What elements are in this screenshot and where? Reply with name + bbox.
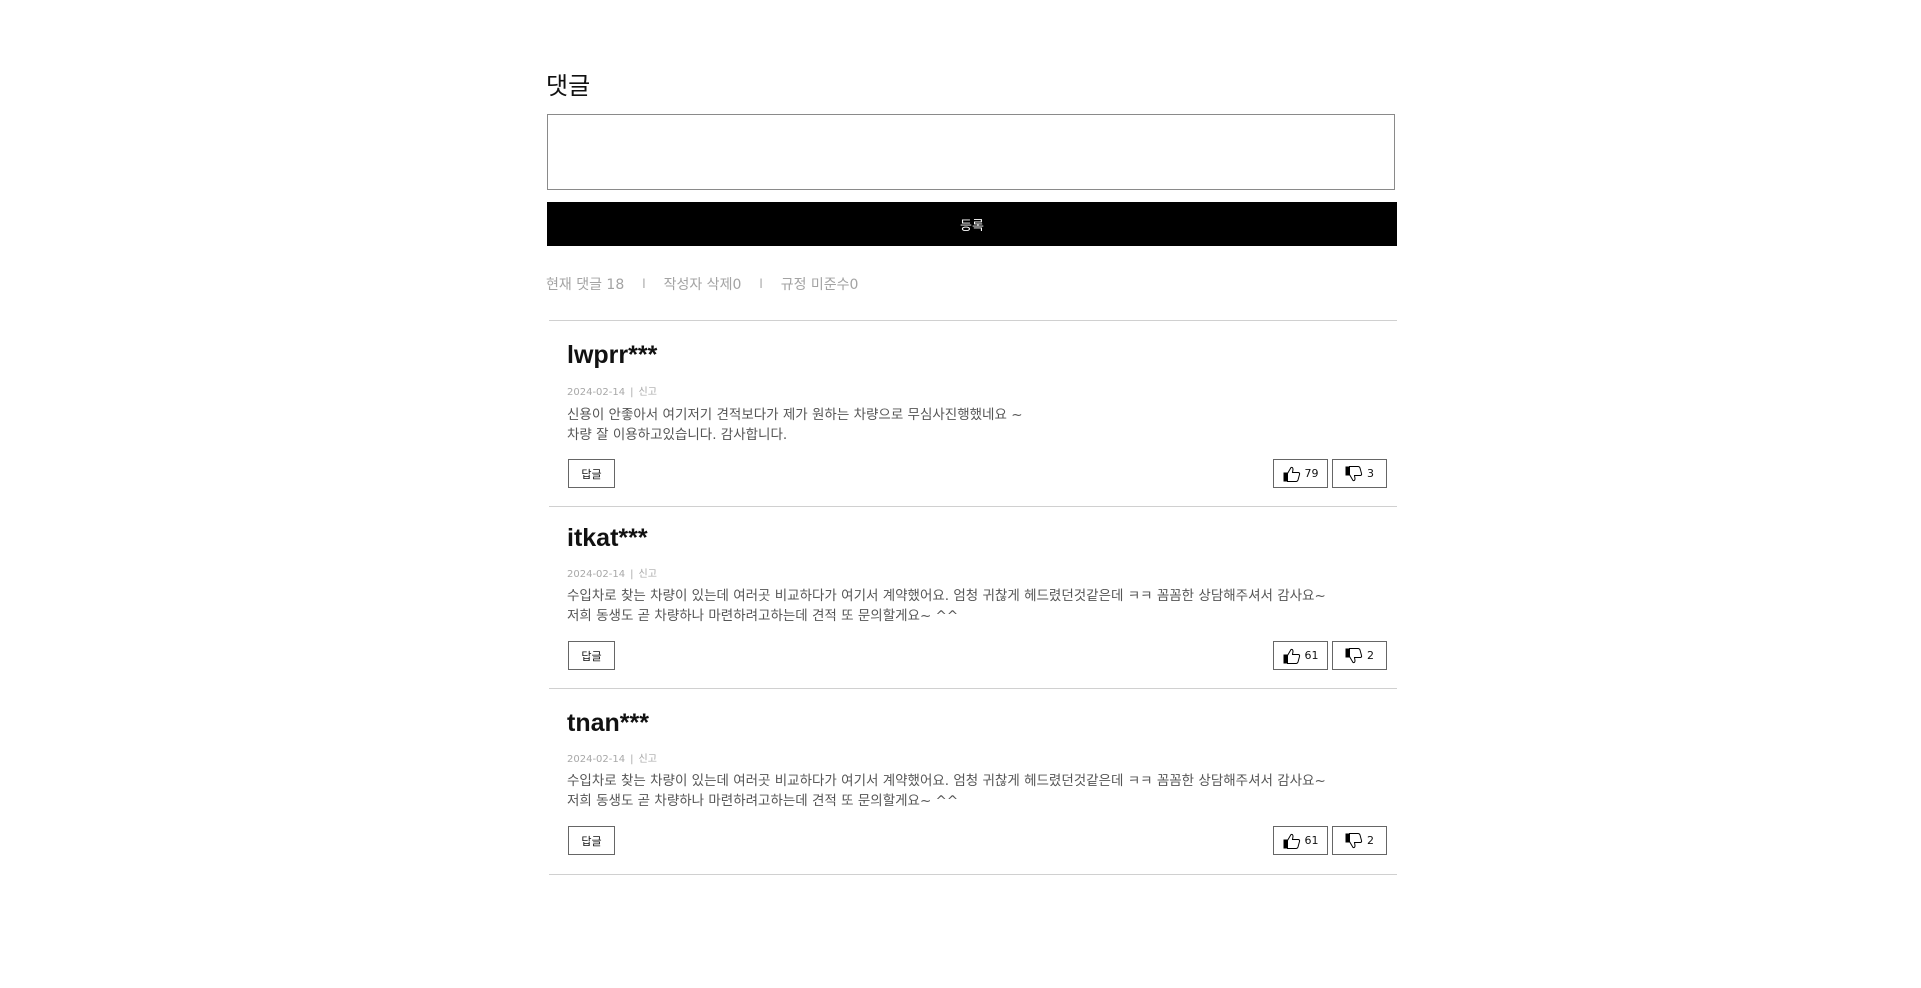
thumbs-down-icon — [1345, 832, 1363, 849]
dislike-count: 2 — [1367, 649, 1374, 662]
comment-line: 차량 잘 이용하고있습니다. 감사합니다. — [567, 427, 788, 443]
dislike-button[interactable]: 2 — [1332, 826, 1387, 855]
comment-input[interactable] — [547, 114, 1395, 190]
thumbs-up-icon — [1283, 833, 1301, 849]
comment-line: 저희 동생도 곧 차량하나 마련하려고하는데 견적 또 문의할게요~ ^^ — [567, 793, 959, 809]
comment-item: lwprr*** 2024-02-14 | 신고 신용이 안좋아서 여기저기 견적보… — [549, 321, 1397, 506]
comment-username: tnan*** — [567, 709, 649, 737]
reply-button[interactable]: 답글 — [568, 459, 615, 488]
thumbs-up-icon — [1283, 648, 1301, 664]
like-count: 61 — [1304, 649, 1319, 662]
comment-stats: 현재 댓글 18 l 작성자 삭제0 l 규정 미준수0 — [546, 274, 858, 294]
dislike-count: 2 — [1367, 834, 1374, 847]
stats-separator: l — [759, 277, 763, 291]
rule-violation-count: 규정 미준수0 — [780, 277, 859, 293]
comment-line: 저희 동생도 곧 차량하나 마련하려고하는데 견적 또 문의할게요~ ^^ — [567, 608, 959, 624]
report-link[interactable]: 신고 — [639, 754, 657, 765]
like-button[interactable]: 61 — [1273, 641, 1328, 670]
comment-line: 수입차로 찾는 차량이 있는데 여러곳 비교하다가 여기서 계약했어요. 엄청 … — [567, 773, 1326, 789]
meta-separator: | — [630, 754, 634, 765]
thumbs-down-icon — [1345, 465, 1363, 482]
comment-body: 수입차로 찾는 차량이 있는데 여러곳 비교하다가 여기서 계약했어요. 엄청 … — [567, 771, 1326, 811]
dislike-button[interactable]: 2 — [1332, 641, 1387, 670]
reply-button[interactable]: 답글 — [568, 826, 615, 855]
comment-date: 2024-02-14 — [567, 387, 626, 398]
comment-line: 신용이 안좋아서 여기저기 견적보다가 제가 원하는 차량으로 무심사진행했네요… — [567, 407, 1023, 423]
dislike-count: 3 — [1367, 467, 1374, 480]
comment-date: 2024-02-14 — [567, 754, 626, 765]
current-comment-count: 현재 댓글 18 — [546, 277, 625, 293]
like-button[interactable]: 79 — [1273, 459, 1328, 488]
comment-date: 2024-02-14 — [567, 569, 626, 580]
comment-item: itkat*** 2024-02-14 | 신고 수입차로 찾는 차량이 있는데 여… — [549, 507, 1397, 688]
comment-item: tnan*** 2024-02-14 | 신고 수입차로 찾는 차량이 있는데 여러… — [549, 689, 1397, 874]
submit-button[interactable]: 등록 — [547, 202, 1397, 246]
comment-meta: 2024-02-14 | 신고 — [567, 750, 657, 765]
reply-button[interactable]: 답글 — [568, 641, 615, 670]
comment-meta: 2024-02-14 | 신고 — [567, 383, 657, 398]
comment-body: 수입차로 찾는 차량이 있는데 여러곳 비교하다가 여기서 계약했어요. 엄청 … — [567, 586, 1326, 626]
like-button[interactable]: 61 — [1273, 826, 1328, 855]
meta-separator: | — [630, 569, 634, 580]
comment-body: 신용이 안좋아서 여기저기 견적보다가 제가 원하는 차량으로 무심사진행했네요… — [567, 405, 1023, 445]
comment-username: lwprr*** — [567, 341, 658, 369]
dislike-button[interactable]: 3 — [1332, 459, 1387, 488]
like-count: 61 — [1304, 834, 1319, 847]
deleted-by-author-count: 작성자 삭제0 — [663, 277, 742, 293]
divider — [549, 874, 1397, 875]
comment-line: 수입차로 찾는 차량이 있는데 여러곳 비교하다가 여기서 계약했어요. 엄청 … — [567, 588, 1326, 604]
stats-separator: l — [642, 277, 646, 291]
section-title: 댓글 — [546, 72, 591, 100]
report-link[interactable]: 신고 — [639, 569, 657, 580]
report-link[interactable]: 신고 — [639, 387, 657, 398]
comment-username: itkat*** — [567, 524, 648, 552]
thumbs-down-icon — [1345, 647, 1363, 664]
like-count: 79 — [1304, 467, 1319, 480]
meta-separator: | — [630, 387, 634, 398]
thumbs-up-icon — [1283, 466, 1301, 482]
comment-meta: 2024-02-14 | 신고 — [567, 565, 657, 580]
